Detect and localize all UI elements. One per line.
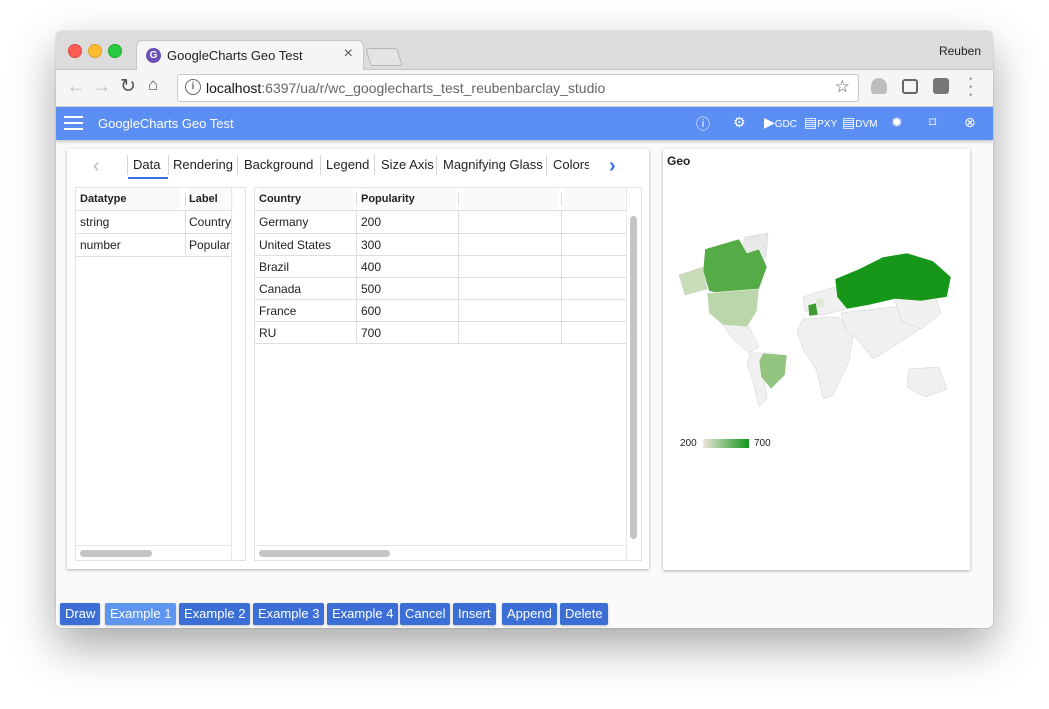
- data-cell-popularity-1[interactable]: 300: [361, 234, 456, 256]
- close-window-button[interactable]: [68, 44, 82, 58]
- browser-menu-icon[interactable]: · · ·: [968, 71, 973, 103]
- browser-tabbar: G GoogleCharts Geo Test × Reuben: [56, 31, 993, 71]
- example-1-button[interactable]: Example 1: [105, 603, 177, 625]
- address-bar[interactable]: i localhost:6397/ua/r/wc_googlecharts_te…: [177, 74, 859, 102]
- profile-name[interactable]: Reuben: [939, 44, 981, 58]
- tab-data[interactable]: Data: [133, 157, 160, 172]
- example-2-button[interactable]: Example 2: [179, 603, 251, 625]
- append-button[interactable]: Append: [502, 603, 557, 625]
- browser-window: G GoogleCharts Geo Test × Reuben ← → ↻ ⌂…: [56, 31, 993, 628]
- app-title: GoogleCharts Geo Test: [98, 116, 234, 131]
- chevron-right-icon[interactable]: ›: [609, 155, 616, 178]
- tab-background[interactable]: Background: [244, 157, 313, 172]
- geo-chart-panel: Geo 200 700: [663, 149, 970, 570]
- data-cell-country-4[interactable]: France: [259, 300, 354, 322]
- data-grid: Country Popularity Germany 200 United St…: [254, 187, 642, 561]
- close-circle-icon[interactable]: ⊗: [964, 114, 976, 131]
- tab-close-icon[interactable]: ×: [344, 45, 353, 63]
- chip-icon[interactable]: ⚙: [733, 114, 746, 131]
- tab-magnifying-glass[interactable]: Magnifying Glass: [443, 157, 543, 172]
- column-header-label[interactable]: Label: [189, 188, 234, 210]
- column-header-popularity[interactable]: Popularity: [361, 188, 456, 210]
- schema-cell-datatype-1[interactable]: number: [80, 234, 180, 256]
- data-cell-country-1[interactable]: United States: [259, 234, 354, 256]
- panel-tabs: ‹ Data Rendering Background Legend Size …: [67, 149, 649, 181]
- pxy-button[interactable]: ▤PXY: [804, 114, 837, 131]
- data-cell-popularity-3[interactable]: 500: [361, 278, 456, 300]
- tab-colors[interactable]: Colors: [553, 157, 589, 172]
- schema-grid: Datatype Label string Country number Pop…: [75, 187, 246, 561]
- example-3-button[interactable]: Example 3: [253, 603, 325, 625]
- app-bar: GoogleCharts Geo Test ⓘ ⚙ ▶GDC ▤PXY ▤DVM…: [56, 107, 993, 140]
- world-map[interactable]: [663, 149, 970, 570]
- data-cell-country-0[interactable]: Germany: [259, 211, 354, 233]
- data-cell-popularity-2[interactable]: 400: [361, 256, 456, 278]
- reload-icon[interactable]: ↻: [120, 75, 136, 98]
- bookmark-icon[interactable]: ⌑: [929, 114, 936, 131]
- browser-toolbar: ← → ↻ ⌂ i localhost:6397/ua/r/wc_googlec…: [56, 70, 993, 107]
- info-icon[interactable]: i: [185, 79, 201, 95]
- info-circle-icon[interactable]: ⓘ: [696, 114, 710, 134]
- minimize-window-button[interactable]: [88, 44, 102, 58]
- browser-tab[interactable]: G GoogleCharts Geo Test ×: [136, 40, 364, 71]
- data-cell-country-5[interactable]: RU: [259, 322, 354, 344]
- map-australia: [906, 366, 948, 398]
- properties-panel: ‹ Data Rendering Background Legend Size …: [67, 149, 649, 569]
- schema-cell-label-1[interactable]: Popularity: [189, 234, 231, 256]
- schema-grid-hscroll[interactable]: [80, 550, 152, 557]
- tab-rendering[interactable]: Rendering: [173, 157, 233, 172]
- insert-button[interactable]: Insert: [453, 603, 496, 625]
- map-france: [807, 302, 819, 317]
- dvm-button[interactable]: ▤DVM: [842, 114, 877, 131]
- column-header-empty-1[interactable]: [463, 188, 558, 210]
- data-cell-country-2[interactable]: Brazil: [259, 256, 354, 278]
- draw-button[interactable]: Draw: [60, 603, 101, 625]
- drive-extension-icon[interactable]: [871, 78, 887, 94]
- map-africa: [796, 316, 854, 400]
- data-grid-vscroll[interactable]: [630, 216, 637, 539]
- data-cell-popularity-0[interactable]: 200: [361, 211, 456, 233]
- legend-color-gradient: [703, 439, 749, 448]
- run-gdc-button[interactable]: ▶GDC: [764, 114, 797, 131]
- home-icon[interactable]: ⌂: [148, 75, 158, 95]
- schema-cell-datatype-0[interactable]: string: [80, 211, 180, 233]
- cast-icon[interactable]: [902, 79, 918, 94]
- favicon-icon: G: [146, 48, 161, 63]
- tab-legend[interactable]: Legend: [326, 157, 369, 172]
- maximize-window-button[interactable]: [108, 44, 122, 58]
- new-tab-button[interactable]: [365, 48, 403, 66]
- data-cell-popularity-5[interactable]: 700: [361, 322, 456, 344]
- data-cell-country-3[interactable]: Canada: [259, 278, 354, 300]
- example-4-button[interactable]: Example 4: [327, 603, 399, 625]
- browser-tab-title: GoogleCharts Geo Test: [167, 48, 303, 63]
- column-header-country[interactable]: Country: [259, 188, 354, 210]
- settings-gear-icon[interactable]: ✹: [891, 114, 903, 131]
- map-mexico: [722, 324, 760, 354]
- column-header-empty-2[interactable]: [565, 188, 625, 210]
- extension-icon[interactable]: [933, 78, 949, 94]
- column-header-datatype[interactable]: Datatype: [80, 188, 180, 210]
- legend-min-label: 200: [680, 438, 697, 449]
- url-text[interactable]: localhost:6397/ua/r/wc_googlecharts_test…: [206, 80, 605, 96]
- chevron-left-icon[interactable]: ‹: [93, 155, 100, 178]
- delete-button[interactable]: Delete: [560, 603, 608, 625]
- data-cell-popularity-4[interactable]: 600: [361, 300, 456, 322]
- schema-cell-label-0[interactable]: Country: [189, 211, 231, 233]
- cancel-button[interactable]: Cancel: [400, 603, 451, 625]
- tab-size-axis[interactable]: Size Axis: [381, 157, 434, 172]
- map-united-states: [706, 288, 760, 328]
- data-grid-hscroll[interactable]: [259, 550, 390, 557]
- back-icon[interactable]: ←: [67, 76, 85, 97]
- forward-icon[interactable]: →: [93, 76, 111, 97]
- bookmark-star-icon[interactable]: ☆: [835, 77, 850, 97]
- hamburger-menu-icon[interactable]: [64, 116, 83, 134]
- legend-max-label: 700: [754, 438, 771, 449]
